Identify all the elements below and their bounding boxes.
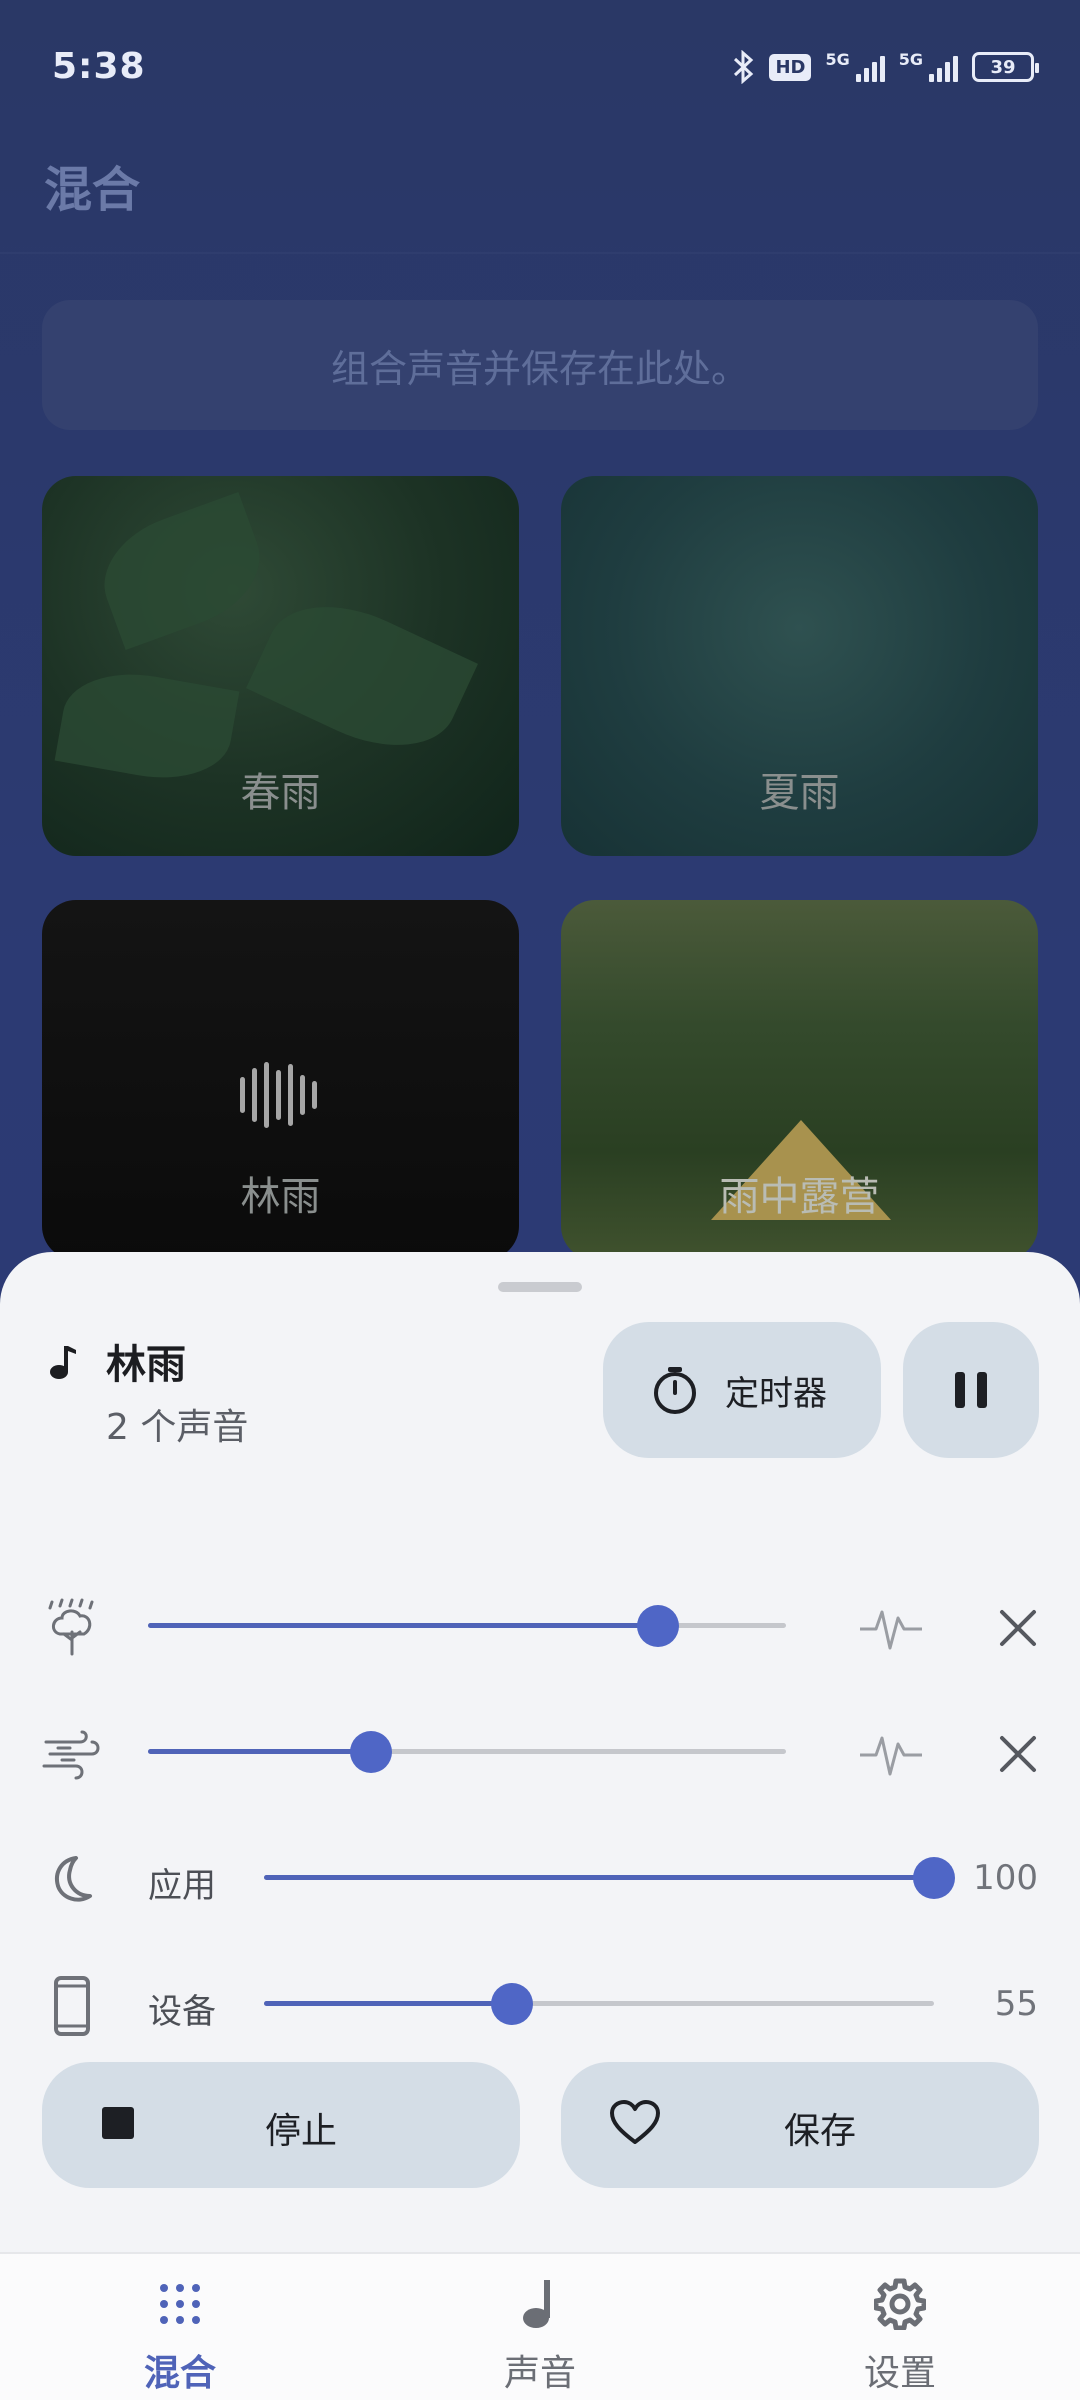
network-5g-label: 5G xyxy=(825,50,850,69)
wind-icon xyxy=(42,1730,100,1780)
music-note-icon xyxy=(50,1346,76,1379)
slider-fill xyxy=(264,1875,934,1880)
page-title: 混合 xyxy=(44,162,141,218)
nav-item-sounds[interactable]: 声音 xyxy=(360,2254,720,2400)
app-volume-label: 应用 xyxy=(148,1866,216,1906)
timer-label: 定时器 xyxy=(725,1373,827,1414)
signal-icon-2 xyxy=(929,52,958,82)
hint-text: 组合声音并保存在此处。 xyxy=(330,346,749,391)
remove-sound-icon[interactable] xyxy=(996,1732,1040,1776)
status-bar: 5:38 HD 5G 5G 39 xyxy=(0,0,1080,140)
mix-sound-count: 2 个声音 xyxy=(106,1407,249,1448)
nav-label: 声音 xyxy=(503,2353,576,2394)
status-icons: HD 5G 5G 39 xyxy=(733,50,1039,84)
sheet-drag-handle[interactable] xyxy=(498,1282,582,1292)
card-label: 林雨 xyxy=(240,1174,321,1220)
bottom-navigation: 混合 声音 设置 xyxy=(0,2252,1080,2400)
card-label: 夏雨 xyxy=(759,770,840,816)
slider-thumb[interactable] xyxy=(637,1605,680,1647)
mix-name: 林雨 xyxy=(106,1342,186,1388)
saved-mixes-hint: 组合声音并保存在此处。 xyxy=(42,300,1038,430)
nav-item-mix[interactable]: 混合 xyxy=(0,2254,360,2400)
save-button[interactable]: 保存 xyxy=(561,2062,1039,2188)
slider-thumb[interactable] xyxy=(913,1857,955,1899)
bluetooth-icon xyxy=(734,50,754,84)
sound-volume-slider[interactable] xyxy=(148,1731,786,1773)
header-divider xyxy=(0,252,1080,254)
now-playing-sheet: 林雨 2 个声音 定时器 应用 100 设备 55 停止 保存 xyxy=(0,1252,1080,2400)
app-volume-value: 100 xyxy=(973,1858,1038,1898)
mix-card-summer-rain[interactable]: 夏雨 xyxy=(561,476,1038,856)
status-time: 5:38 xyxy=(52,46,146,87)
signal-icon xyxy=(855,52,885,82)
mix-card-spring-rain[interactable]: 春雨 xyxy=(42,476,519,856)
battery-level: 39 xyxy=(990,56,1016,78)
gear-icon xyxy=(874,2278,926,2330)
device-volume-slider[interactable] xyxy=(264,1983,934,2025)
playing-waveform-icon xyxy=(240,1060,320,1130)
nav-item-settings[interactable]: 设置 xyxy=(720,2254,1080,2400)
slider-thumb[interactable] xyxy=(350,1731,393,1773)
slider-fill xyxy=(148,1623,659,1628)
slider-fill xyxy=(264,2001,512,2006)
leaf-decoration xyxy=(88,491,276,651)
moon-icon xyxy=(55,1856,92,1902)
card-label: 春雨 xyxy=(240,770,321,816)
waveform-icon[interactable] xyxy=(858,1604,924,1654)
card-label: 雨中露营 xyxy=(719,1174,880,1220)
battery-icon: 39 xyxy=(972,52,1039,82)
nav-label: 设置 xyxy=(863,2353,936,2394)
app-volume-row: 应用 100 xyxy=(0,1828,1080,1928)
mix-card-forest-rain[interactable]: 林雨 xyxy=(42,900,519,1260)
slider-fill xyxy=(148,1749,372,1754)
device-volume-label: 设备 xyxy=(148,1992,216,2032)
tree-rain-icon xyxy=(48,1598,94,1656)
device-volume-value: 55 xyxy=(994,1984,1038,2024)
stop-button[interactable]: 停止 xyxy=(42,2062,520,2188)
hd-badge: HD xyxy=(769,53,812,81)
pause-icon xyxy=(955,1372,965,1408)
app-volume-slider[interactable] xyxy=(264,1857,955,1899)
slider-thumb[interactable] xyxy=(490,1983,533,2025)
sound-volume-slider[interactable] xyxy=(148,1605,786,1647)
sound-row-tree-rain xyxy=(0,1576,1080,1676)
pause-icon-bar xyxy=(977,1372,987,1408)
waveform-icon[interactable] xyxy=(858,1730,924,1780)
sound-row-wind xyxy=(0,1702,1080,1802)
network-5g-label-2: 5G xyxy=(898,50,923,69)
remove-sound-icon[interactable] xyxy=(996,1606,1040,1650)
phone-icon xyxy=(54,1976,90,2036)
music-note-icon xyxy=(523,2280,550,2328)
save-label: 保存 xyxy=(783,2111,856,2152)
mix-card-camping-rain[interactable]: 雨中露营 xyxy=(561,900,1038,1260)
leaf-decoration xyxy=(246,579,478,773)
pause-button[interactable] xyxy=(903,1322,1039,1458)
stop-label: 停止 xyxy=(264,2111,337,2152)
nav-label: 混合 xyxy=(143,2353,216,2394)
device-volume-row: 设备 55 xyxy=(0,1954,1080,2054)
timer-icon xyxy=(654,1367,696,1414)
grid-dots-icon xyxy=(160,2284,200,2324)
timer-button[interactable]: 定时器 xyxy=(603,1322,881,1458)
